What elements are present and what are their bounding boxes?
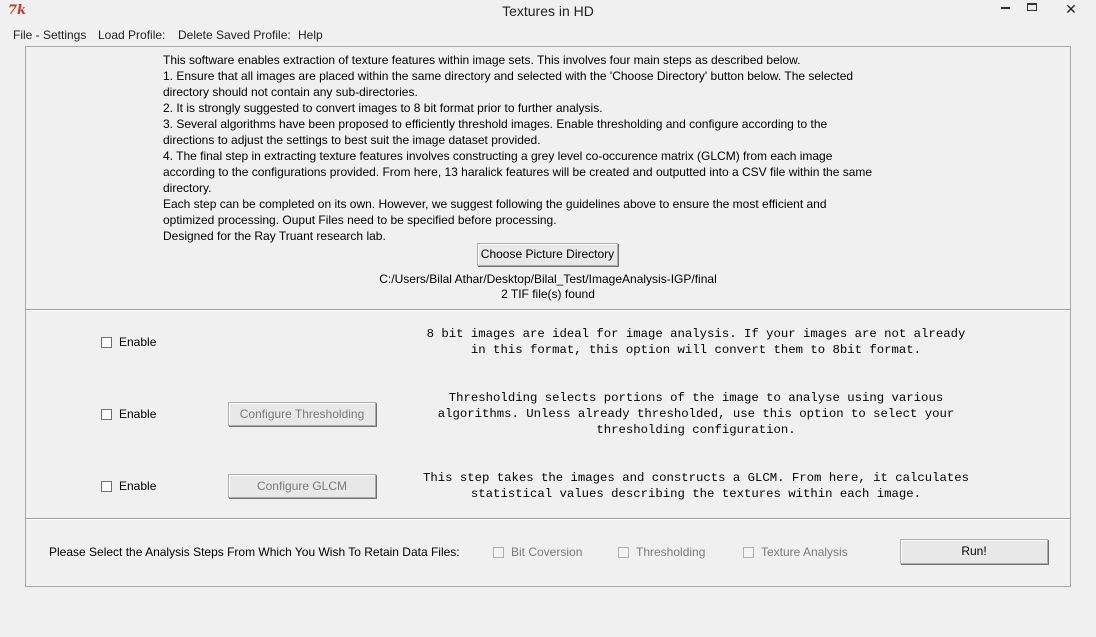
- bit-conversion-checkbox[interactable]: [101, 336, 112, 348]
- intro-line: according to the configurations provided…: [163, 165, 873, 179]
- intro-line: 3. Several algorithms have been proposed…: [163, 117, 828, 131]
- thresholding-enable[interactable]: Enable: [101, 407, 156, 421]
- close-icon: ✕: [1065, 1, 1077, 17]
- intro-line: 1. Ensure that all images are placed wit…: [163, 69, 854, 83]
- intro-line: optimized processing. Ouput Files need t…: [163, 213, 557, 227]
- thresholding-checkbox[interactable]: [101, 408, 112, 420]
- close-button[interactable]: ✕: [1051, 0, 1091, 20]
- menu-delete-saved-profile[interactable]: Delete Saved Profile:: [178, 28, 291, 42]
- separator: [26, 518, 1070, 520]
- menu-help[interactable]: Help: [298, 28, 323, 42]
- choose-directory-button[interactable]: Choose Picture Directory: [477, 243, 618, 266]
- bit-conversion-description: 8 bit images are ideal for image analysi…: [426, 327, 966, 357]
- configure-glcm-button[interactable]: Configure GLCM: [228, 474, 376, 498]
- retain-thresholding[interactable]: Thresholding: [618, 545, 705, 559]
- glcm-checkbox[interactable]: [101, 480, 112, 492]
- bit-conversion-enable[interactable]: Enable: [101, 335, 156, 349]
- retain-texture-analysis-checkbox[interactable]: [743, 546, 754, 558]
- enable-label: Enable: [119, 479, 157, 493]
- file-count: 2 TIF file(s) found: [501, 287, 595, 301]
- minimize-icon: [1000, 6, 1010, 9]
- menu-bar: File - Settings Load Profile: Delete Sav…: [0, 25, 1096, 45]
- retain-bit-conversion-checkbox[interactable]: [493, 546, 504, 558]
- enable-label: Enable: [119, 407, 157, 421]
- intro-line: 4. The final step in extracting texture …: [163, 149, 833, 163]
- intro-line: This software enables extraction of text…: [163, 53, 801, 67]
- glcm-enable[interactable]: Enable: [101, 479, 156, 493]
- maximize-icon: [1027, 2, 1037, 11]
- intro-line: Designed for the Ray Truant research lab…: [163, 229, 386, 243]
- retain-option-label: Bit Coversion: [511, 545, 583, 559]
- intro-text: This software enables extraction of text…: [163, 52, 953, 244]
- intro-line: 2. It is strongly suggested to convert i…: [163, 101, 603, 115]
- glcm-description: This step takes the images and construct…: [422, 471, 970, 501]
- title-bar: 7k Textures in HD ✕: [0, 0, 1096, 24]
- intro-line: directory.: [163, 181, 212, 195]
- intro-line: directions to adjust the settings to bes…: [163, 133, 541, 147]
- menu-load-profile[interactable]: Load Profile:: [98, 28, 165, 42]
- retain-option-label: Thresholding: [636, 545, 706, 559]
- window-title: Textures in HD: [502, 3, 594, 19]
- configure-thresholding-button[interactable]: Configure Thresholding: [228, 402, 376, 426]
- run-button[interactable]: Run!: [900, 539, 1048, 564]
- main-frame: This software enables extraction of text…: [25, 46, 1071, 587]
- enable-label: Enable: [119, 335, 157, 349]
- retain-bit-conversion[interactable]: Bit Coversion: [493, 545, 582, 559]
- retain-label: Please Select the Analysis Steps From Wh…: [49, 545, 460, 559]
- intro-line: directory should not contain any sub-dir…: [163, 85, 418, 99]
- thresholding-description: Thresholding selects portions of the ima…: [437, 391, 955, 437]
- directory-path: C:/Users/Bilal Athar/Desktop/Bilal_Test/…: [379, 272, 717, 286]
- separator: [26, 309, 1070, 311]
- maximize-button[interactable]: [1015, 0, 1049, 20]
- retain-thresholding-checkbox[interactable]: [618, 546, 629, 558]
- retain-texture-analysis[interactable]: Texture Analysis: [743, 545, 848, 559]
- retain-option-label: Texture Analysis: [761, 545, 848, 559]
- menu-file-settings[interactable]: File - Settings: [13, 28, 86, 42]
- intro-line: Each step can be completed on its own. H…: [163, 197, 827, 211]
